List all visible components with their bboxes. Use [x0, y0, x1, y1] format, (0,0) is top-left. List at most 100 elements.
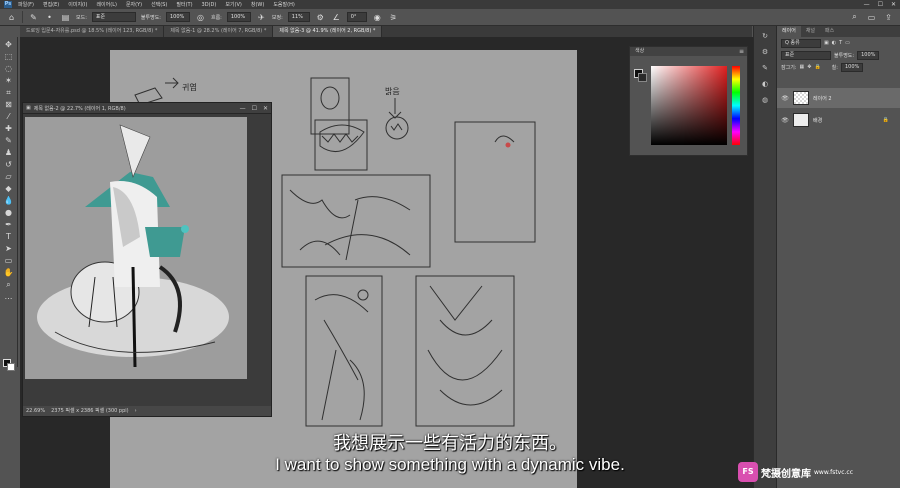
home-icon[interactable]: ⌂ [6, 12, 17, 23]
move-tool-icon[interactable]: ✥ [3, 40, 15, 50]
menu-edit[interactable]: 편집(E) [40, 1, 62, 8]
reference-canvas[interactable] [25, 117, 247, 379]
menu-select[interactable]: 선택(S) [148, 1, 170, 8]
menu-filter[interactable]: 필터(T) [173, 1, 195, 8]
menu-image[interactable]: 이미지(I) [65, 1, 90, 8]
marquee-tool-icon[interactable]: ⬚ [3, 52, 15, 62]
filter-type-icon[interactable]: T [839, 40, 842, 46]
lock-move-icon[interactable]: ✥ [807, 64, 811, 70]
eye-icon[interactable]: 👁 [781, 95, 789, 102]
path-selection-tool-icon[interactable]: ➤ [3, 244, 15, 254]
tab-channels[interactable]: 채널 [801, 26, 820, 37]
flow-field[interactable]: 100% [226, 12, 251, 22]
tab-paths[interactable]: 패스 [820, 26, 839, 37]
menu-window[interactable]: 창(W) [248, 1, 267, 8]
brushes-panel-icon[interactable]: ✎ [760, 64, 770, 74]
lock-icon[interactable]: 🔒 [883, 117, 889, 123]
dodge-tool-icon[interactable]: ● [3, 208, 15, 218]
chevron-right-icon[interactable]: › [135, 406, 137, 416]
pen-tool-icon[interactable]: ✒ [3, 220, 15, 230]
maximize-button[interactable]: ☐ [878, 1, 883, 8]
pressure-size-icon[interactable]: ◉ [372, 12, 383, 23]
fill-field[interactable]: 100% [840, 62, 864, 72]
menu-file[interactable]: 파일(F) [15, 1, 37, 8]
color-picker-field[interactable] [651, 66, 727, 145]
layer-name[interactable]: 배경 [813, 117, 822, 124]
background-color-swatch[interactable] [7, 363, 15, 371]
menu-3d[interactable]: 3D(D) [199, 2, 220, 8]
blur-tool-icon[interactable]: 💧 [3, 196, 15, 206]
share-icon[interactable]: ⇪ [883, 12, 894, 23]
eye-icon[interactable]: 👁 [781, 117, 789, 124]
angle-icon[interactable]: ∠ [331, 12, 342, 23]
opacity-field[interactable]: 100% [165, 12, 190, 22]
search-icon[interactable]: ⌕ [849, 12, 860, 23]
pressure-opacity-icon[interactable]: ◎ [195, 12, 206, 23]
color-panel-tab[interactable]: 색상 [630, 47, 747, 56]
gear-icon[interactable]: ⚙ [315, 12, 326, 23]
crop-tool-icon[interactable]: ⌗ [3, 88, 15, 98]
magic-wand-tool-icon[interactable]: ✶ [3, 76, 15, 86]
frame-tool-icon[interactable]: ⊠ [3, 100, 15, 110]
menu-help[interactable]: 도움말(H) [270, 1, 297, 8]
adjustments-panel-icon[interactable]: ◐ [760, 80, 770, 90]
floating-document-window[interactable]: ▣ 제목 없음-2 @ 22.7% (레이어 1, RGB/8) — ☐ ✕ 2… [22, 102, 272, 417]
mode-select[interactable]: 표준 [91, 12, 136, 22]
lasso-tool-icon[interactable]: ◌ [3, 64, 15, 74]
lock-all-icon[interactable]: 🔒 [814, 64, 820, 70]
shape-tool-icon[interactable]: ▭ [3, 256, 15, 266]
brush-tool-icon[interactable]: ✎ [3, 136, 15, 146]
angle-field[interactable]: 0° [346, 12, 367, 22]
type-tool-icon[interactable]: T [3, 232, 15, 242]
color-background-swatch[interactable] [638, 73, 647, 82]
hand-tool-icon[interactable]: ✋ [3, 268, 15, 278]
filter-pixel-icon[interactable]: ▣ [824, 40, 829, 46]
layer-row-layer-2[interactable]: 👁 레이어 2 [777, 88, 900, 108]
tab-document-3[interactable]: 제목 없음-3 @ 41.9% (레이어 2, RGB/8) * [273, 26, 383, 37]
photoshop-logo-icon[interactable]: Ps [4, 1, 12, 8]
smoothing-field[interactable]: 11% [287, 12, 310, 22]
close-icon[interactable]: ✕ [263, 105, 268, 112]
healing-brush-tool-icon[interactable]: ✚ [3, 124, 15, 134]
paint-bucket-tool-icon[interactable]: ◆ [3, 184, 15, 194]
blend-mode-row: 표준 불투명도: 100% [777, 49, 900, 61]
airbrush-icon[interactable]: ✈ [256, 12, 267, 23]
tab-layers[interactable]: 레이어 [777, 26, 801, 37]
brush-tool-icon[interactable]: ✎ [28, 12, 39, 23]
menu-layer[interactable]: 레이어(L) [93, 1, 120, 8]
brush-settings-icon[interactable]: ▤ [60, 12, 71, 23]
panel-menu-icon[interactable]: ≡ [739, 48, 744, 55]
blend-mode-select[interactable]: 표준 [781, 50, 831, 60]
opacity-label: 불투명도: [140, 14, 161, 21]
tab-document-2[interactable]: 제목 없음-1 @ 28.2% (레이어 7, RGB/8) * [164, 26, 274, 37]
layer-row-background[interactable]: 👁 배경 🔒 [777, 110, 900, 130]
lock-pixels-icon[interactable]: ▦ [800, 64, 805, 70]
symmetry-icon[interactable]: ⚞ [388, 12, 399, 23]
more-tools-icon[interactable]: … [3, 292, 15, 302]
layer-kind-filter[interactable]: Q 종류 [781, 38, 821, 48]
zoom-level[interactable]: 22.69% [26, 406, 45, 416]
layer-name[interactable]: 레이어 2 [813, 95, 832, 102]
maximize-icon[interactable]: ☐ [252, 105, 257, 112]
history-brush-tool-icon[interactable]: ↺ [3, 160, 15, 170]
workspace-icon[interactable]: ▭ [866, 12, 877, 23]
color-panel-icon[interactable]: ◍ [760, 96, 770, 106]
layer-opacity-field[interactable]: 100% [857, 50, 880, 60]
eyedropper-tool-icon[interactable]: ⁄ [3, 112, 15, 122]
minimize-icon[interactable]: — [240, 105, 246, 112]
clone-stamp-tool-icon[interactable]: ♟ [3, 148, 15, 158]
hue-slider[interactable] [732, 66, 740, 145]
properties-panel-icon[interactable]: ⚙ [760, 48, 770, 58]
floating-window-titlebar[interactable]: ▣ 제목 없음-2 @ 22.7% (레이어 1, RGB/8) — ☐ ✕ [23, 103, 271, 114]
close-button[interactable]: ✕ [891, 1, 896, 8]
eraser-tool-icon[interactable]: ▱ [3, 172, 15, 182]
filter-shape-icon[interactable]: ▭ [845, 40, 850, 46]
menu-type[interactable]: 문자(Y) [123, 1, 145, 8]
filter-adjust-icon[interactable]: ◐ [832, 40, 836, 46]
minimize-button[interactable]: — [864, 1, 870, 8]
menu-view[interactable]: 보기(V) [222, 1, 245, 8]
tab-document-1[interactable]: 드로잉 입문4-자유를.psd @ 18.5% (레이어 123, RGB/8)… [20, 26, 165, 37]
brush-size-icon[interactable]: • [44, 12, 55, 23]
zoom-tool-icon[interactable]: ⌕ [3, 280, 15, 290]
history-panel-icon[interactable]: ↻ [760, 32, 770, 42]
